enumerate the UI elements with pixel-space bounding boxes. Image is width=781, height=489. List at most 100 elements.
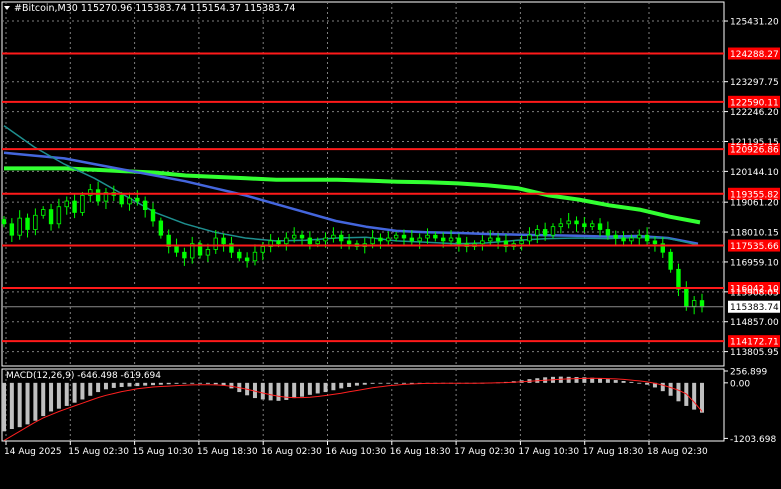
candle-body[interactable] [25,217,30,230]
candle-body[interactable] [401,234,407,239]
time-tick-label: 14 Aug 2025 [4,447,62,457]
candle-body[interactable] [174,246,179,253]
candle-body[interactable] [205,249,211,256]
price-level-label: 124288.27 [730,50,779,60]
candle-body[interactable] [339,234,344,242]
candle-body[interactable] [676,268,681,290]
candle-body[interactable] [17,217,22,236]
candle-body[interactable] [252,251,258,262]
candle-body[interactable] [284,237,289,245]
price-tick-label: 113805.95 [730,348,779,358]
macd-histogram-bar [127,382,132,387]
candle-body[interactable] [244,257,250,262]
candle-body[interactable] [41,209,46,216]
macd-histogram-bar [276,382,281,401]
candle-body[interactable] [558,223,564,228]
candle-body[interactable] [237,251,242,259]
candle-body[interactable] [142,200,148,210]
macd-histogram-bar [96,382,101,393]
macd-histogram-bar [103,382,108,390]
price-level-label: 114172.71 [730,338,779,348]
candle-body[interactable] [307,237,313,245]
candle-body[interactable] [378,237,383,242]
candle-body[interactable] [597,223,603,230]
price-tick-label: 118010.15 [730,229,779,239]
candle-body[interactable] [95,189,101,202]
candle-body[interactable] [535,229,540,236]
macd-histogram-bar [307,382,312,395]
candle-body[interactable] [80,194,85,213]
candle-body[interactable] [315,240,320,245]
candle-body[interactable] [542,229,548,236]
candle-body[interactable] [370,237,375,245]
candle-body[interactable] [448,237,454,242]
macd-histogram-bar [158,382,163,385]
candle-body[interactable] [495,237,501,242]
candle-body[interactable] [150,209,156,222]
macd-histogram-bar [88,382,93,396]
candle-body[interactable] [276,240,281,245]
candle-body[interactable] [440,237,446,242]
candle-body[interactable] [182,251,187,259]
candle-body[interactable] [488,237,493,242]
candle-body[interactable] [574,220,579,225]
candle-body[interactable] [213,237,218,250]
macd-histogram-bar [700,382,704,413]
price-tick-label: 120144.10 [730,168,779,178]
candle-body[interactable] [590,223,595,228]
candle-body[interactable] [417,237,422,242]
candle-body[interactable] [1,219,7,225]
candle-body[interactable] [699,300,705,308]
candle-body[interactable] [158,220,164,236]
time-tick-label: 17 Aug 02:30 [454,447,515,457]
candle-body[interactable] [291,234,297,239]
candle-body[interactable] [409,237,415,242]
candle-body[interactable] [33,214,38,230]
macd-histogram-bar [166,382,171,385]
candle-body[interactable] [480,240,485,245]
candle-body[interactable] [72,200,77,213]
candle-body[interactable] [644,234,650,242]
candle-body[interactable] [221,237,226,245]
candle-body[interactable] [621,237,626,242]
candle-body[interactable] [323,237,328,242]
macd-label: MACD(12,26,9) -646.498 -619.694 [6,371,161,381]
candle-body[interactable] [637,234,642,239]
macd-histogram-bar [613,380,618,383]
candle-body[interactable] [684,288,689,307]
candle-body[interactable] [56,206,62,225]
candle-body[interactable] [48,209,54,225]
candle-body[interactable] [260,246,266,253]
candle-body[interactable] [331,234,336,239]
time-tick-label: 17 Aug 10:30 [518,447,579,457]
candle-body[interactable] [605,229,611,236]
candle-body[interactable] [433,234,438,239]
candle-body[interactable] [652,240,658,245]
candle-body[interactable] [127,197,132,205]
candle-body[interactable] [456,237,462,245]
candle-body[interactable] [135,197,140,202]
candle-body[interactable] [629,237,634,242]
candle-body[interactable] [519,240,524,245]
candle-body[interactable] [386,237,391,242]
trading-chart[interactable]: 124288.27122590.11120926.86119355.821175… [0,0,781,489]
macd-histogram-bar [9,382,14,429]
macd-histogram-bar [213,382,218,385]
time-tick-label: 17 Aug 18:30 [583,447,644,457]
candle-body[interactable] [566,220,571,225]
candle-body[interactable] [346,240,352,245]
candle-body[interactable] [613,234,618,239]
candle-body[interactable] [691,300,697,307]
candle-body[interactable] [9,223,15,236]
candle-body[interactable] [527,234,532,242]
candle-body[interactable] [668,251,673,270]
candle-body[interactable] [582,223,587,228]
candle-body[interactable] [393,234,399,239]
candle-body[interactable] [425,234,430,239]
candle-body[interactable] [119,194,124,205]
candle-body[interactable] [299,234,305,239]
macd-histogram-bar [315,382,320,394]
macd-tick-label: 256.899 [730,367,767,377]
candle-body[interactable] [550,226,556,236]
candle-body[interactable] [64,200,69,208]
